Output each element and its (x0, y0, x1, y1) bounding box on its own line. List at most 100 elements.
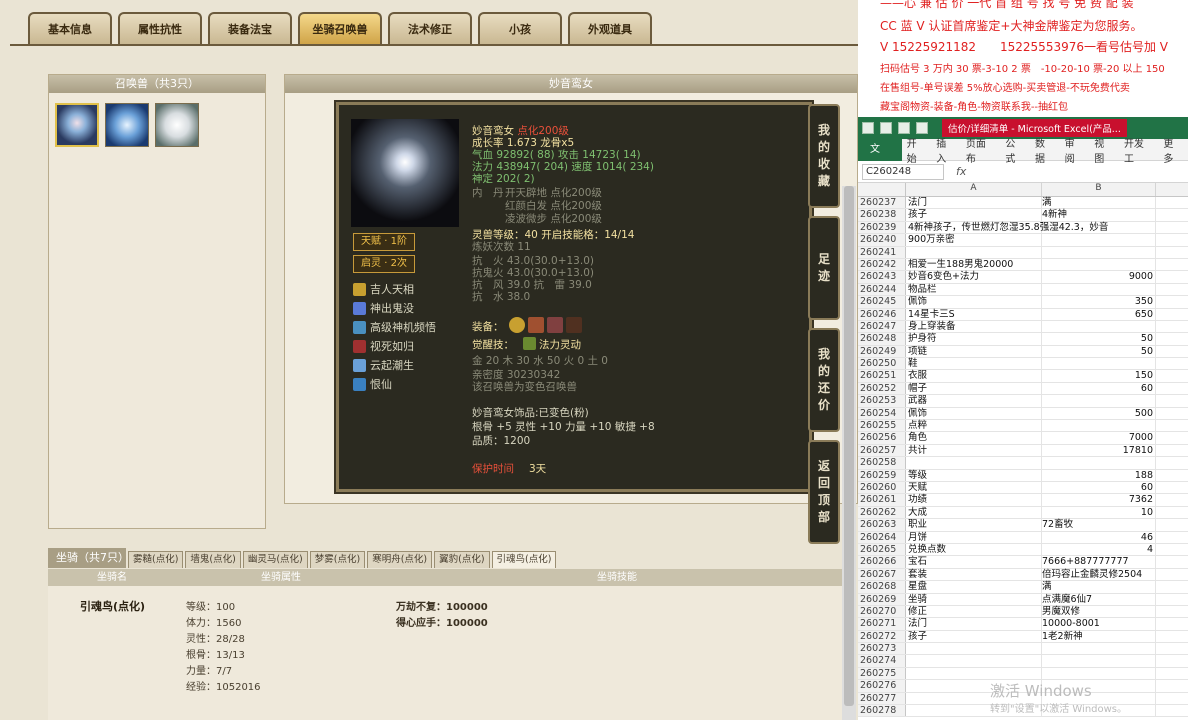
row-number[interactable]: 260269 (858, 593, 906, 605)
cell-a[interactable]: 妙音6变色+法力 (906, 271, 1042, 283)
row-number[interactable]: 260277 (858, 692, 906, 705)
tab-2[interactable]: 装备法宝 (208, 12, 292, 44)
cell-b[interactable]: 60 (1042, 481, 1156, 494)
mount-tab-5[interactable]: 翼豹(点化) (434, 551, 490, 568)
ribbon-tab-0[interactable]: 文件 (858, 138, 902, 177)
row-number[interactable]: 260239 (858, 221, 906, 234)
row-number[interactable]: 260261 (858, 494, 906, 506)
cell-a[interactable]: 法门 (906, 197, 1042, 209)
cell-a[interactable]: 物品栏 (906, 283, 1042, 296)
row-number[interactable]: 260259 (858, 469, 906, 481)
cell-b[interactable] (1042, 258, 1156, 271)
row-number[interactable]: 260237 (858, 197, 906, 209)
row-number[interactable]: 260241 (858, 246, 906, 258)
row-number[interactable]: 260272 (858, 630, 906, 643)
select-all-corner[interactable] (858, 183, 906, 196)
ribbon-tab-5[interactable]: 数据 (1030, 135, 1060, 165)
cell-b[interactable]: 4新神 (1042, 209, 1156, 221)
fx-icon[interactable]: fx (956, 165, 966, 178)
cell-a[interactable]: 等级 (906, 469, 1042, 481)
cell-b[interactable] (1042, 655, 1156, 667)
footprint-button[interactable]: 足迹 (808, 216, 840, 320)
row-number[interactable]: 260256 (858, 432, 906, 444)
cell-b[interactable] (1042, 667, 1156, 680)
cell-b[interactable]: 150 (1042, 370, 1156, 382)
cell-b[interactable]: 倍玛容止金麟灵修2504 (1042, 568, 1156, 581)
my-collection-button[interactable]: 我的收藏 (808, 104, 840, 208)
cell-a[interactable]: 职业 (906, 519, 1042, 531)
row-number[interactable]: 260267 (858, 568, 906, 581)
tab-5[interactable]: 小孩 (478, 12, 562, 44)
equip-slot-icon-1[interactable] (509, 317, 525, 333)
row-number[interactable]: 260263 (858, 519, 906, 531)
cell-b[interactable]: 188 (1042, 469, 1156, 481)
cell-b[interactable] (1042, 358, 1156, 370)
summon-icon-3[interactable] (155, 103, 199, 147)
cell-b[interactable] (1042, 643, 1156, 655)
cell-a[interactable]: 角色 (906, 432, 1042, 444)
cell-a[interactable]: 共计 (906, 444, 1042, 457)
row-number[interactable]: 260250 (858, 358, 906, 370)
row-number[interactable]: 260253 (858, 395, 906, 407)
row-number[interactable]: 260248 (858, 333, 906, 345)
row-number[interactable]: 260278 (858, 705, 906, 717)
row-number[interactable]: 260240 (858, 234, 906, 246)
cell-a[interactable]: 孩子 (906, 209, 1042, 221)
redo-icon[interactable] (916, 122, 928, 134)
row-number[interactable]: 260274 (858, 655, 906, 667)
column-header-a[interactable]: A (906, 183, 1042, 196)
ribbon-tab-1[interactable]: 开始 (902, 135, 932, 165)
row-number[interactable]: 260257 (858, 444, 906, 457)
mount-tab-6[interactable]: 引魂鸟(点化) (491, 551, 557, 568)
cell-b[interactable]: 650 (1042, 308, 1156, 320)
cell-b[interactable] (1042, 246, 1156, 258)
ribbon-tab-4[interactable]: 公式 (1000, 135, 1030, 165)
ribbon-tab-9[interactable]: 更多 (1158, 135, 1188, 165)
row-number[interactable]: 260271 (858, 618, 906, 630)
cell-a[interactable] (906, 246, 1042, 258)
cell-a[interactable]: 14星卡三S (906, 308, 1042, 320)
row-number[interactable]: 260258 (858, 457, 906, 469)
mount-tab-2[interactable]: 幽灵马(点化) (242, 551, 308, 568)
cell-a[interactable]: 衣服 (906, 370, 1042, 382)
cell-b[interactable]: 17810 (1042, 444, 1156, 457)
summon-icon-2[interactable] (105, 103, 149, 147)
ribbon-tab-8[interactable]: 开发工 (1119, 135, 1158, 165)
cell-a[interactable]: 修正 (906, 605, 1042, 618)
cell-a[interactable] (906, 667, 1042, 680)
cell-b[interactable]: 72畜牧 (1042, 519, 1156, 531)
tab-3[interactable]: 坐骑召唤兽 (298, 12, 382, 44)
cell-a[interactable]: 4新神孩子，传世燃灯忽湿35.8强湿42.3，妙音 (906, 221, 1108, 234)
cell-b[interactable]: 7000 (1042, 432, 1156, 444)
cell-a[interactable]: 孩子 (906, 630, 1042, 643)
cell-a[interactable]: 佩饰 (906, 296, 1042, 308)
cell-a[interactable]: 点粹 (906, 420, 1042, 432)
ribbon-tab-2[interactable]: 插入 (931, 135, 961, 165)
row-number[interactable]: 260245 (858, 296, 906, 308)
cell-a[interactable]: 相爱一生188男鬼20000 (906, 258, 1042, 271)
cell-a[interactable]: 套装 (906, 568, 1042, 581)
mount-tab-1[interactable]: 墙鬼(点化) (185, 551, 241, 568)
cell-b[interactable] (1042, 457, 1156, 469)
cell-b[interactable]: 60 (1042, 382, 1156, 395)
cell-b[interactable]: 350 (1042, 296, 1156, 308)
row-number[interactable]: 260266 (858, 556, 906, 568)
tab-0[interactable]: 基本信息 (28, 12, 112, 44)
ribbon-tab-6[interactable]: 审阅 (1060, 135, 1090, 165)
cell-b[interactable]: 500 (1042, 407, 1156, 420)
row-number[interactable]: 260268 (858, 581, 906, 593)
row-number[interactable]: 260262 (858, 506, 906, 519)
cell-b[interactable]: 4 (1042, 543, 1156, 556)
cell-b[interactable]: 点满魔6仙7 (1042, 593, 1156, 605)
cell-b[interactable]: 46 (1042, 531, 1156, 543)
cell-b[interactable]: 10000-8001 (1042, 618, 1156, 630)
cell-b[interactable] (1042, 283, 1156, 296)
cell-a[interactable]: 鞋 (906, 358, 1042, 370)
cell-b[interactable]: 男魔双修 (1042, 605, 1156, 618)
cell-a[interactable]: 兑换点数 (906, 543, 1042, 556)
cell-a[interactable] (906, 655, 1042, 667)
cell-a[interactable]: 帽子 (906, 382, 1042, 395)
cell-b[interactable] (1042, 320, 1156, 333)
cell-a[interactable]: 900万亲密 (906, 234, 1042, 246)
row-number[interactable]: 260270 (858, 605, 906, 618)
